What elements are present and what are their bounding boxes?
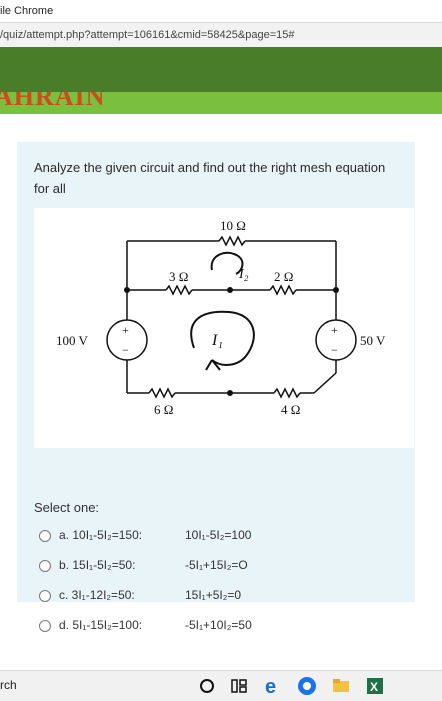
resistor-3 <box>165 284 193 296</box>
option-b-text: b. 15I₁-5I₂=50: <box>59 558 136 572</box>
svg-text:e: e <box>265 676 276 697</box>
answer-option-b[interactable]: b. 15I₁-5I₂=50: -5I₁+15I₂=O <box>39 558 399 576</box>
radio-d[interactable] <box>39 620 51 632</box>
radio-a[interactable] <box>39 530 51 542</box>
window-title: ile Chrome <box>0 5 54 17</box>
option-c-text: c. 3I₁-12I₂=50: <box>59 588 135 602</box>
page-content: Analyze the given circuit and find out t… <box>0 114 442 670</box>
address-bar[interactable]: /quiz/attempt.php?attempt=106161&cmid=58… <box>0 22 442 48</box>
excel-icon[interactable]: X <box>364 675 386 697</box>
resistor-2 <box>269 284 297 296</box>
url-text[interactable]: /quiz/attempt.php?attempt=106161&cmid=58… <box>0 29 294 41</box>
answer-option-d[interactable]: d. 5I₁-15I₂=100: -5I₁+10I₂=50 <box>39 618 399 636</box>
label-50v: 50 V <box>360 333 386 348</box>
annotation-i1: I₁ <box>211 332 223 349</box>
label-6ohm: 6 Ω <box>154 402 173 417</box>
option-a-text: a. 10I₁-5I₂=150: <box>59 528 143 542</box>
label-100v: 100 V <box>56 333 89 348</box>
option-a-second: 10I₁-5I₂=100 <box>185 528 252 542</box>
answer-option-c[interactable]: c. 3I₁-12I₂=50: 15I₁+5I₂=0 <box>39 588 399 606</box>
option-d-text: d. 5I₁-15I₂=100: <box>59 618 143 632</box>
circuit-figure: 10 Ω 3 Ω 2 Ω 6 Ω 4 Ω 100 V 50 V + − + − … <box>34 208 414 448</box>
node-center-top <box>227 287 233 293</box>
brand-strip: AHRAIN <box>0 92 442 114</box>
brand-logo-text: AHRAIN <box>0 92 106 111</box>
label-4ohm: 4 Ω <box>281 402 300 417</box>
node-left <box>124 287 130 293</box>
site-header <box>0 47 442 92</box>
radio-c[interactable] <box>39 590 51 602</box>
node-right <box>333 287 339 293</box>
svg-text:X: X <box>370 680 378 694</box>
chrome-icon[interactable] <box>296 675 318 697</box>
option-c-second: 15I₁+5I₂=0 <box>185 588 242 602</box>
question-card: Analyze the given circuit and find out t… <box>17 142 415 632</box>
node-center-bottom <box>227 390 233 396</box>
window-titlebar: ile Chrome <box>0 0 442 22</box>
circuit-diagram: 10 Ω 3 Ω 2 Ω 6 Ω 4 Ω 100 V 50 V + − + − … <box>56 218 386 417</box>
radio-b[interactable] <box>39 560 51 572</box>
label-3ohm: 3 Ω <box>169 269 188 284</box>
taskbar-search[interactable]: rch <box>0 678 17 692</box>
wire-bottom-diag <box>313 372 337 394</box>
resistor-10 <box>218 235 246 247</box>
cortana-icon[interactable] <box>196 675 218 697</box>
resistor-6 <box>148 387 176 399</box>
label-2ohm: 2 Ω <box>274 269 293 284</box>
minus-left: − <box>122 343 129 357</box>
mesh-arrowhead <box>205 359 221 371</box>
answer-option-a[interactable]: a. 10I₁-5I₂=150: 10I₁-5I₂=100 <box>39 528 399 546</box>
plus-right: + <box>331 323 338 337</box>
edge-icon[interactable]: e <box>262 675 284 697</box>
mesh-arrow-i2 <box>210 251 244 275</box>
minus-right: − <box>331 343 338 357</box>
label-10ohm: 10 Ω <box>220 218 246 233</box>
plus-left: + <box>122 323 129 337</box>
option-b-second: -5I₁+15I₂=O <box>185 558 248 572</box>
task-view-icon[interactable] <box>228 675 250 697</box>
select-one-label: Select one: <box>34 500 100 515</box>
option-d-second: -5I₁+10I₂=50 <box>185 618 252 632</box>
annotation-i2: I₂ <box>238 267 249 282</box>
file-explorer-icon[interactable] <box>330 675 352 697</box>
resistor-4 <box>273 387 301 399</box>
windows-taskbar: rch e X <box>0 670 442 701</box>
question-prompt: Analyze the given circuit and find out t… <box>34 160 386 196</box>
